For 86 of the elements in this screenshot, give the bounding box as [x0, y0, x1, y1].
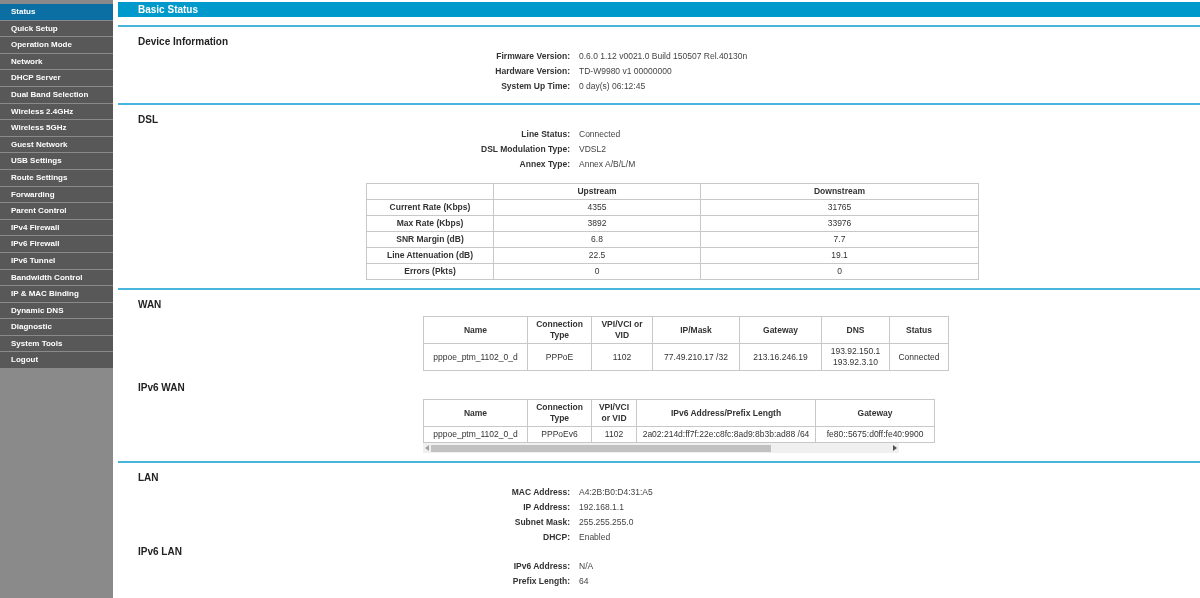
field-label: System Up Time: [500, 80, 570, 93]
table-cell: 22.5 [493, 247, 701, 264]
row-header: Line Attenuation (dB) [366, 247, 494, 264]
sidebar-item[interactable]: Logout [0, 352, 113, 370]
page-title: Basic Status [118, 2, 1200, 18]
field-label: IPv6 Address: [512, 560, 570, 572]
table-cell: 2a02:214d:ff7f:22e:c8fc:8ad9:8b3b:ad88 /64 [636, 426, 816, 443]
row-header: Max Rate (Kbps) [366, 215, 494, 232]
field-value: VDSL2 [579, 143, 607, 156]
field-value: 64 [579, 575, 590, 587]
field-label: Line Status: [520, 128, 570, 141]
table-cell: PPPoE [527, 343, 592, 371]
field-value: 192.168.1.1 [579, 501, 625, 513]
column-header: DNS [821, 316, 890, 344]
sidebar-item[interactable]: Wireless 5GHz [0, 120, 113, 137]
section-title: WAN [137, 299, 163, 312]
table-cell: pppoe_ptm_1102_0_d [423, 426, 528, 443]
table-cell: 31765 [700, 199, 979, 216]
field-value: 0 day(s) 06:12:45 [579, 80, 647, 93]
row-header: SNR Margin (dB) [366, 231, 494, 248]
table-cell: 19.1 [700, 247, 979, 264]
field-label: Hardware Version: [494, 65, 570, 78]
field-value: N/A [579, 560, 595, 572]
field-value: A4:2B:B0:D4:31:A5 [579, 486, 654, 498]
column-header: VPI/VCI or VID [591, 399, 637, 427]
column-header: Name [423, 399, 528, 427]
field-label: Prefix Length: [511, 575, 570, 587]
field-label: MAC Address: [510, 486, 570, 498]
section-title: IPv6 LAN [137, 546, 183, 558]
field-value: 255.255.255.0 [579, 516, 635, 528]
table-cell: 213.16.246.19 [739, 343, 822, 371]
field-label: Annex Type: [518, 158, 570, 171]
table-cell: 1102 [591, 426, 637, 443]
field-value: 0.6.0 1.12 v0021.0 Build 150507 Rel.40130n [579, 50, 749, 63]
column-header: Status [889, 316, 949, 344]
column-header: Gateway [815, 399, 935, 427]
row-header: Current Rate (Kbps) [366, 199, 494, 216]
sidebar-item[interactable]: Parent Control [0, 203, 113, 220]
sidebar-item[interactable]: Operation Mode [0, 37, 113, 54]
section-title: Device Information [137, 36, 230, 49]
field-label: Subnet Mask: [513, 516, 570, 528]
column-header: Downstream [700, 183, 979, 200]
field-value: TD-W9980 v1 00000000 [579, 65, 673, 78]
table-cell: 33976 [700, 215, 979, 232]
table-cell: 1102 [591, 343, 653, 371]
table-cell: 0 [493, 263, 701, 280]
column-header: Connection Type [527, 316, 592, 344]
right-arrow-icon[interactable] [893, 445, 897, 452]
field-label: Firmware Version: [495, 50, 570, 63]
table-cell: fe80::5675:d0ff:fe40:9900 [815, 426, 935, 443]
sidebar-item[interactable]: USB Settings [0, 153, 113, 170]
table-cell: 3892 [493, 215, 701, 232]
column-header: Upstream [493, 183, 701, 200]
table-cell: 77.49.210.17 /32 [652, 343, 740, 371]
field-value: Connected [579, 128, 622, 141]
column-header: Connection Type [527, 399, 592, 427]
column-header: Gateway [739, 316, 822, 344]
table-cell: pppoe_ptm_1102_0_d [423, 343, 528, 371]
section-title: DSL [137, 114, 159, 127]
table-cell: 7.7 [700, 231, 979, 248]
column-header: IP/Mask [652, 316, 740, 344]
horizontal-scrollbar[interactable] [423, 443, 899, 454]
column-header: VPI/VCI or VID [591, 316, 653, 344]
field-value: Annex A/B/L/M [579, 158, 637, 171]
sidebar-item[interactable]: IP & MAC Binding [0, 286, 113, 303]
sidebar-item[interactable]: Diagnostic [0, 319, 113, 336]
table-cell: 193.92.150.1 193.92.3.10 [821, 343, 890, 371]
field-label: DHCP: [542, 531, 570, 543]
row-header: Errors (Pkts) [366, 263, 494, 280]
column-header: Name [423, 316, 528, 344]
left-arrow-icon[interactable] [425, 445, 429, 452]
sidebar-item[interactable]: DHCP Server [0, 70, 113, 87]
sidebar-item[interactable]: Status [0, 4, 113, 21]
table-cell: 4355 [493, 199, 701, 216]
field-label: IP Address: [522, 501, 570, 513]
sidebar-item[interactable]: IPv6 Firewall [0, 236, 113, 253]
scrollbar-thumb[interactable] [431, 444, 771, 452]
table-cell: 6.8 [493, 231, 701, 248]
table-cell: 0 [700, 263, 979, 280]
field-value: Enabled [579, 531, 612, 543]
section-title: LAN [137, 472, 160, 484]
table-cell: PPPoEv6 [527, 426, 592, 443]
column-header: IPv6 Address/Prefix Length [636, 399, 816, 427]
table-cell: Connected [889, 343, 949, 371]
field-label: DSL Modulation Type: [480, 143, 570, 156]
section-title: IPv6 WAN [137, 382, 186, 395]
